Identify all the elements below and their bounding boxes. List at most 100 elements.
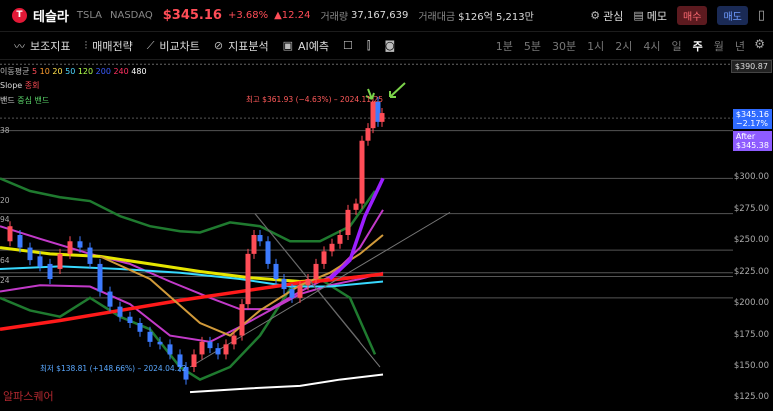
candle-body-14 xyxy=(147,331,153,342)
after-hours-price: $345.38 xyxy=(735,141,769,150)
candle-body-27 xyxy=(251,235,257,254)
current-price-tag-value: $345.16 xyxy=(735,110,769,119)
memo-icon: ▤ xyxy=(633,9,644,22)
ma-legend-period-10: 10 xyxy=(37,67,50,76)
candle-body-10 xyxy=(107,291,113,307)
after-hours-label: After xyxy=(735,132,756,141)
candle-body-15 xyxy=(157,341,163,345)
candle-body-21 xyxy=(207,341,213,349)
compare-icon: ⟋ xyxy=(146,38,155,52)
period-tab-9[interactable]: 년 xyxy=(735,38,745,54)
candle-type-button[interactable]: ⫿ xyxy=(367,39,371,53)
candle-body-38 xyxy=(337,235,343,244)
band-legend: 밴드 중심 밴드 xyxy=(0,95,49,106)
candle-body-12 xyxy=(127,316,133,323)
ai-label: AI예측 xyxy=(298,39,330,53)
period-tab-8[interactable]: 월 xyxy=(714,38,724,54)
sell-button[interactable]: 매도 xyxy=(717,6,748,25)
left-edge-value-4: 64 xyxy=(0,256,10,265)
memo-button[interactable]: ▤ 메모 xyxy=(633,8,667,24)
candle-body-4 xyxy=(47,263,53,279)
green-arrow-2 xyxy=(389,82,406,98)
change-absolute: ▲12.24 xyxy=(274,9,311,21)
ma-legend: 이동평균 5 10 20 50 120 200 240 480 xyxy=(0,66,147,77)
period-tab-1[interactable]: 5분 xyxy=(524,38,541,54)
ma-legend-period-120: 120 xyxy=(75,67,94,76)
ma-legend-label: 이동평균 xyxy=(0,67,30,76)
price-axis-tick-3: $225.00 xyxy=(733,266,769,277)
ma-legend-period-200: 200 xyxy=(93,67,111,76)
candle-body-36 xyxy=(321,251,327,264)
high-annotation: 최고 $361.93 (−4.63%) – 2024.11.25 xyxy=(246,95,384,104)
current-price-tag: $345.16 −2.17% xyxy=(732,109,772,129)
analysis-button[interactable]: ⊘ 지표분석 xyxy=(214,38,269,54)
period-tab-2[interactable]: 30분 xyxy=(552,38,576,54)
period-tab-4[interactable]: 2시 xyxy=(615,38,632,54)
strategy-icon: ⫶ xyxy=(84,38,88,52)
candle-body-7 xyxy=(77,241,83,248)
ma-legend-period-480: 480 xyxy=(128,67,147,76)
slope-sub: 종회 xyxy=(24,81,40,90)
analysis-label: 지표분석 xyxy=(228,39,269,53)
volume-label: 거래량 xyxy=(320,11,349,23)
period-tab-7[interactable]: 주 xyxy=(693,38,703,54)
price-axis-tick-0: $300.00 xyxy=(733,172,769,183)
candle-body-39 xyxy=(345,209,351,235)
period-tab-0[interactable]: 1분 xyxy=(496,38,513,54)
amount-value: $126억 5,213만 xyxy=(458,11,534,23)
indicators-button[interactable]: 〰 보조지표 xyxy=(14,38,70,54)
exchange-name: NASDAQ xyxy=(110,9,153,21)
period-tab-6[interactable]: 일 xyxy=(672,38,682,54)
strategy-label: 매매전략 xyxy=(92,39,133,53)
indicators-label: 보조지표 xyxy=(30,39,71,53)
candle-body-9 xyxy=(97,263,103,292)
buy-button[interactable]: 매수 xyxy=(677,6,708,25)
band-sub: 중심 밴드 xyxy=(17,96,50,105)
watch-button[interactable]: ⚙ 관심 xyxy=(590,8,623,24)
price-chart[interactable] xyxy=(0,59,773,411)
candle-body-13 xyxy=(137,323,143,332)
price-axis-tick-4: $200.00 xyxy=(733,298,769,309)
candle-body-8 xyxy=(87,247,93,264)
candle-body-6 xyxy=(67,241,73,254)
chart-toolbar: 〰 보조지표 ⫶ 매매전략 ⟋ 비교차트 ⊘ 지표분석 ▣ AI예측 ☐ ⫿ ◙… xyxy=(0,31,773,60)
candle-body-2 xyxy=(27,247,33,261)
current-price: $345.16 xyxy=(162,7,222,23)
tesla-logo-icon: T xyxy=(12,7,27,23)
amount-label: 거래대금 xyxy=(418,11,456,23)
change-percent: +3.68% xyxy=(227,9,269,21)
current-price-tag-pct: −2.17% xyxy=(735,119,769,128)
panel-toggle-icon[interactable]: ▯ xyxy=(758,8,765,23)
low-annotation: 최저 $138.81 (+148.66%) – 2024.04.22 xyxy=(40,364,187,373)
candle-body-40 xyxy=(353,203,359,210)
strategy-button[interactable]: ⫶ 매매전략 xyxy=(84,38,132,54)
after-hours-tag: After $345.38 xyxy=(732,131,772,151)
ma-legend-period-240: 240 xyxy=(110,67,129,76)
ma-purple-line xyxy=(328,177,385,281)
left-edge-value-1: 38 xyxy=(0,126,10,135)
price-axis-tick-2: $250.00 xyxy=(733,235,769,246)
candle-body-1 xyxy=(17,235,23,248)
left-edge-value-5: 24 xyxy=(0,276,10,285)
candle-body-42 xyxy=(365,128,371,141)
candle-body-20 xyxy=(199,341,205,355)
screenshot-button[interactable]: ◙ xyxy=(384,39,395,52)
period-tab-5[interactable]: 4시 xyxy=(643,38,660,54)
candle-body-28 xyxy=(257,235,263,242)
candle-body-37 xyxy=(329,243,335,252)
price-axis-tick-1: $275.00 xyxy=(733,203,769,214)
layout-button[interactable]: ☐ xyxy=(343,39,353,52)
ma-white-line xyxy=(189,373,384,394)
candle-body-31 xyxy=(281,279,287,290)
compare-button[interactable]: ⟋ 비교차트 xyxy=(147,38,200,54)
settings-icon[interactable]: ⚙ xyxy=(754,37,765,51)
camera-icon: ◙ xyxy=(384,39,396,52)
candle-body-5 xyxy=(57,253,63,269)
band-label: 밴드 xyxy=(0,96,15,105)
left-edge-value-3: 94 xyxy=(0,215,10,224)
header-bar: T 테슬라 TSLA NASDAQ $345.16 +3.68% ▲12.24 … xyxy=(0,0,773,30)
compare-label: 비교차트 xyxy=(159,39,200,53)
period-tab-3[interactable]: 1시 xyxy=(587,38,604,54)
analysis-icon: ⊘ xyxy=(213,39,224,52)
ai-predict-button[interactable]: ▣ AI예측 xyxy=(283,38,329,54)
